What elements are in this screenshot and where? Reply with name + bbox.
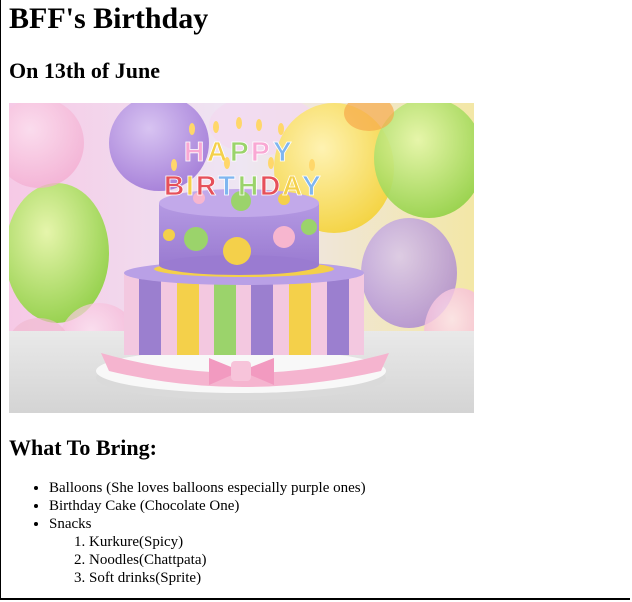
bring-list: Balloons (She loves balloons especially … bbox=[9, 479, 624, 587]
list-item: Kurkure(Spicy) bbox=[89, 533, 624, 551]
what-to-bring-heading: What To Bring: bbox=[9, 435, 157, 460]
svg-text:D: D bbox=[260, 170, 280, 201]
birthday-cake-image: H A P P Y B I R T H D A Y bbox=[9, 103, 474, 413]
snacks-list: Kurkure(Spicy) Noodles(Chattpata) Soft d… bbox=[49, 533, 624, 587]
list-item: Soft drinks(Sprite) bbox=[89, 569, 624, 587]
svg-text:H: H bbox=[238, 170, 258, 201]
svg-text:A: A bbox=[282, 170, 302, 201]
event-date: On 13th of June bbox=[9, 58, 160, 83]
page-title: BFF's Birthday bbox=[9, 2, 209, 35]
svg-text:I: I bbox=[186, 170, 194, 201]
list-item: Birthday Cake (Chocolate One) bbox=[49, 497, 624, 515]
list-item: Noodles(Chattpata) bbox=[89, 551, 624, 569]
svg-text:T: T bbox=[218, 170, 235, 201]
svg-text:H: H bbox=[184, 136, 204, 167]
list-item: Balloons (She loves balloons especially … bbox=[49, 479, 624, 497]
svg-text:B: B bbox=[164, 170, 184, 201]
svg-text:R: R bbox=[196, 170, 216, 201]
snacks-label: Snacks bbox=[49, 516, 92, 532]
svg-text:Y: Y bbox=[273, 136, 292, 167]
svg-text:P: P bbox=[251, 136, 270, 167]
svg-text:Y: Y bbox=[302, 170, 321, 201]
page-content: BFF's Birthday On 13th of June H A P P Y… bbox=[9, 0, 624, 587]
list-item-snacks: Snacks Kurkure(Spicy) Noodles(Chattpata)… bbox=[49, 515, 624, 587]
svg-text:P: P bbox=[230, 136, 249, 167]
